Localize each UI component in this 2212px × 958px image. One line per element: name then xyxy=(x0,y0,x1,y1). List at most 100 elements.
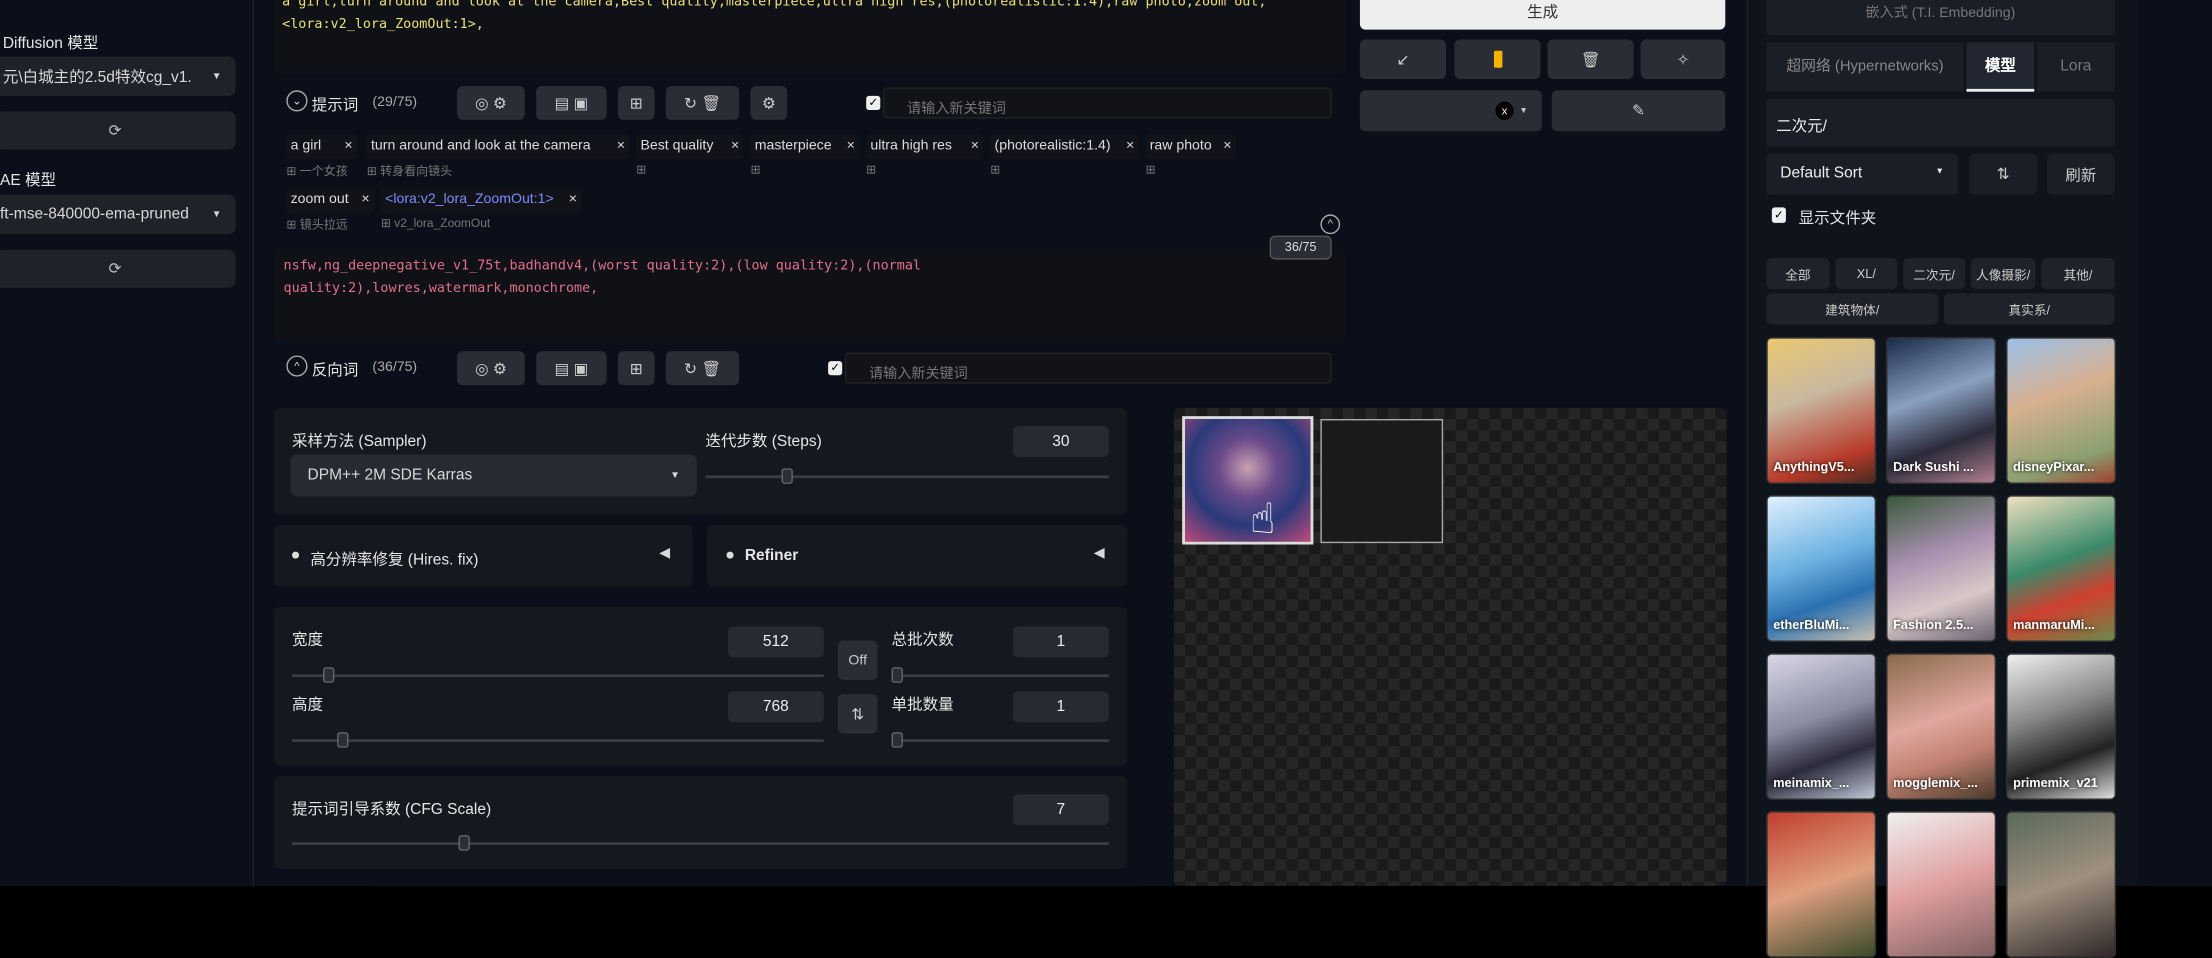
tag-translation[interactable]: ⊞ xyxy=(990,162,1000,178)
model-card[interactable]: disneyPixar... xyxy=(2006,337,2117,484)
sort-dropdown[interactable]: Default Sort ▼ xyxy=(1766,153,1959,195)
tab-checkpoints[interactable]: 模型 xyxy=(1966,42,2035,92)
network-search-input[interactable]: 二次元/ xyxy=(1766,98,2115,147)
edit-styles-button[interactable]: ✎ xyxy=(1551,90,1726,132)
remove-tag-icon[interactable]: × xyxy=(1223,134,1231,159)
clear-button[interactable]: 🗑 xyxy=(1547,39,1634,79)
remove-tag-icon[interactable]: × xyxy=(344,134,352,159)
tag-translation[interactable]: ⊞ xyxy=(750,162,760,178)
gallery-thumbnail[interactable] xyxy=(1182,416,1314,545)
clear-icon[interactable]: x xyxy=(1495,101,1514,120)
tab-lora[interactable]: Lora xyxy=(2037,42,2115,92)
prompt-tag[interactable]: Best quality × xyxy=(636,134,744,160)
model-card[interactable] xyxy=(1766,811,1877,958)
model-card[interactable]: manmaruMi... xyxy=(2006,495,2117,642)
negative-textarea[interactable]: nsfw,ng_deepnegative_v1_75t,badhandv4,(w… xyxy=(273,248,1346,342)
translate-button[interactable]: ◎ ⚙ xyxy=(457,351,525,386)
prompt-tag[interactable]: zoom out × xyxy=(286,187,374,214)
height-input[interactable]: 768 xyxy=(727,691,824,723)
remove-tag-icon[interactable]: × xyxy=(569,188,577,213)
keyword-input[interactable]: 请输入新关键词 xyxy=(845,352,1332,384)
read-params-button[interactable]: ↙ xyxy=(1359,39,1446,79)
model-card[interactable]: AnythingV5... xyxy=(1766,337,1877,484)
tag-translation[interactable]: ⊞ 一个女孩 xyxy=(286,162,347,179)
prompt-textarea[interactable]: a girl,turn around and look at the camer… xyxy=(273,0,1346,75)
remove-tag-icon[interactable]: × xyxy=(971,134,979,159)
prompt-tag[interactable]: (photorealistic:1.4) × xyxy=(990,134,1139,160)
prompt-tag[interactable]: <lora:v2_lora_ZoomOut:1> × xyxy=(380,187,582,214)
prompt-tag[interactable]: raw photo × xyxy=(1145,134,1236,160)
refresh-sd-model-button[interactable]: ⟳ xyxy=(0,111,236,150)
grid-button[interactable]: ⊞ xyxy=(617,86,655,120)
slider-handle[interactable] xyxy=(891,732,903,748)
folder-filter-button[interactable]: 建筑物体/ xyxy=(1766,293,1939,325)
model-card[interactable]: meinamix_... xyxy=(1766,653,1877,800)
remove-tag-icon[interactable]: × xyxy=(617,134,625,159)
sampler-dropdown[interactable]: DPM++ 2M SDE Karras ▼ xyxy=(290,454,697,497)
history-button[interactable]: ↻ 🗑 xyxy=(665,351,740,386)
folder-filter-button[interactable]: XL/ xyxy=(1835,258,1898,290)
remove-tag-icon[interactable]: × xyxy=(731,134,739,159)
slider-handle[interactable] xyxy=(891,667,903,683)
model-card[interactable]: Fashion 2.5... xyxy=(1886,495,1997,642)
model-card[interactable] xyxy=(2006,811,2117,958)
remove-tag-icon[interactable]: × xyxy=(361,188,369,213)
collapse-icon[interactable]: ^ xyxy=(286,355,308,377)
collapse-up-icon[interactable]: ^ xyxy=(1320,214,1341,235)
slider-handle[interactable] xyxy=(337,732,349,748)
styles-dropdown[interactable]: x ▼ xyxy=(1359,90,1542,132)
cfg-input[interactable]: 7 xyxy=(1012,794,1109,826)
history-button[interactable]: ↻ 🗑 xyxy=(665,86,740,120)
batch-count-slider[interactable] xyxy=(891,667,1109,683)
collapse-icon[interactable]: ⌄ xyxy=(286,90,308,112)
width-slider[interactable] xyxy=(292,667,824,683)
tag-translation[interactable]: ⊞ xyxy=(636,162,646,178)
gallery-thumbnail-broken[interactable] xyxy=(1320,418,1444,544)
batch-size-input[interactable]: 1 xyxy=(1012,691,1109,723)
model-card[interactable]: Dark Sushi ... xyxy=(1886,337,1997,484)
magic-wand-button[interactable]: ✧ xyxy=(1640,39,1726,79)
tag-translation[interactable]: ⊞ 镜头拉远 xyxy=(286,216,347,233)
folder-filter-button[interactable]: 其他/ xyxy=(2041,258,2115,290)
show-dirs-checkbox[interactable]: ✓ xyxy=(1771,207,1786,223)
batch-count-input[interactable]: 1 xyxy=(1012,626,1109,658)
paste-button[interactable] xyxy=(1454,39,1541,79)
batch-size-slider[interactable] xyxy=(891,732,1109,748)
translate-button[interactable]: ◎ ⚙ xyxy=(457,86,525,120)
prompt-tag[interactable]: ultra high res × xyxy=(866,134,984,160)
generate-button[interactable]: 生成 xyxy=(1359,0,1726,30)
refiner-accordion[interactable]: Refiner ◀ xyxy=(706,524,1128,587)
prompt-tag[interactable]: masterpiece × xyxy=(750,134,860,160)
tag-translation[interactable]: ⊞ 转身看向镜头 xyxy=(367,162,452,179)
copy-button[interactable]: ▤ ▣ xyxy=(536,86,607,120)
keyword-checkbox[interactable]: ✓ xyxy=(866,95,881,111)
model-card[interactable]: etherBluMi... xyxy=(1766,495,1877,642)
remove-tag-icon[interactable]: × xyxy=(1126,134,1134,159)
model-card[interactable]: primemix_v21 xyxy=(2006,653,2117,800)
slider-handle[interactable] xyxy=(323,667,335,683)
folder-filter-button[interactable]: 二次元/ xyxy=(1903,258,1966,290)
sort-direction-button[interactable]: ⇅ xyxy=(1969,153,2038,195)
folder-filter-button[interactable]: 全部 xyxy=(1766,258,1830,290)
tab-embedding[interactable]: 嵌入式 (T.I. Embedding) xyxy=(1766,0,2115,36)
cfg-slider[interactable] xyxy=(292,835,1109,851)
steps-input[interactable]: 30 xyxy=(1012,426,1109,458)
grid-button[interactable]: ⊞ xyxy=(617,351,655,386)
tag-translation[interactable]: ⊞ v2_lora_ZoomOut xyxy=(381,216,490,232)
copy-button[interactable]: ▤ ▣ xyxy=(536,351,607,386)
prompt-tag[interactable]: turn around and look at the camera × xyxy=(366,134,630,160)
remove-tag-icon[interactable]: × xyxy=(847,134,855,159)
vae-dropdown[interactable]: ft-mse-840000-ema-pruned ▼ xyxy=(0,194,236,235)
model-card[interactable]: mogglemix_... xyxy=(1886,653,1997,800)
sd-model-dropdown[interactable]: 元\白城主的2.5d特效cg_v1. ▼ xyxy=(0,56,236,96)
tag-translation[interactable]: ⊞ xyxy=(1145,162,1155,178)
folder-filter-button[interactable]: 真实系/ xyxy=(1943,293,2115,325)
model-card[interactable] xyxy=(1886,811,1997,958)
tag-translation[interactable]: ⊞ xyxy=(866,162,876,178)
tab-hypernetworks[interactable]: 超网络 (Hypernetworks) xyxy=(1766,42,1964,92)
refresh-vae-button[interactable]: ⟳ xyxy=(0,249,236,288)
keyword-input[interactable]: 请输入新关键词 xyxy=(883,87,1332,119)
prompt-tag[interactable]: a girl × xyxy=(286,134,357,160)
hires-fix-accordion[interactable]: 高分辨率修复 (Hires. fix) ◀ xyxy=(273,524,693,587)
width-input[interactable]: 512 xyxy=(727,626,824,658)
